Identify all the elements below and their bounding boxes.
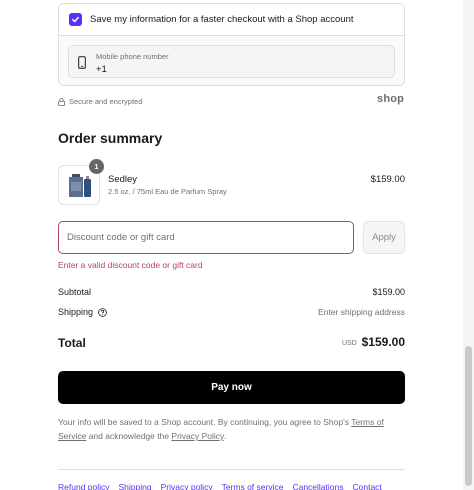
save-info-checkbox[interactable] <box>69 13 82 26</box>
subtotal-value: $159.00 <box>372 287 405 297</box>
pay-now-button[interactable]: Pay now <box>58 371 405 404</box>
footer-link-terms-of-service[interactable]: Terms of service <box>222 482 284 490</box>
consent-text-middle: and acknowledge the <box>86 431 172 441</box>
total-value: $159.00 <box>361 335 405 349</box>
question-circle-icon[interactable] <box>98 307 107 317</box>
consent-text-before: Your info will be saved to a Shop accoun… <box>58 417 352 427</box>
shipping-value: Enter shipping address <box>318 307 405 317</box>
shipping-label: Shipping <box>58 307 94 317</box>
product-variant: 2.5 oz. / 75ml Eau de Parfum Spray <box>108 187 227 196</box>
footer-link-contact[interactable]: Contact <box>352 482 381 490</box>
footer-link-cancellations[interactable]: Cancellations <box>292 482 343 490</box>
apply-discount-button[interactable]: Apply <box>363 221 405 254</box>
order-summary-title: Order summary <box>58 130 163 146</box>
footer-link-shipping[interactable]: Shipping <box>119 482 152 490</box>
footer-link-refund-policy[interactable]: Refund policy <box>58 482 110 490</box>
checkmark-icon <box>72 16 79 23</box>
footer-divider <box>58 469 405 470</box>
total-currency: USD <box>342 340 357 347</box>
discount-code-input[interactable] <box>58 221 354 254</box>
mobile-phone-field[interactable]: Mobile phone number +1 <box>68 45 395 78</box>
secure-text: Secure and encrypted <box>69 97 143 106</box>
lock-icon <box>58 97 65 106</box>
perfume-bottle-image <box>69 174 91 197</box>
shop-consent-text: Your info will be saved to a Shop accoun… <box>58 415 408 443</box>
subtotal-label: Subtotal <box>58 287 92 297</box>
consent-text-after: . <box>223 431 227 441</box>
discount-error-message: Enter a valid discount code or gift card <box>58 260 203 270</box>
save-info-label: Save my information for a faster checkou… <box>90 14 354 25</box>
mobile-phone-label: Mobile phone number <box>96 52 169 61</box>
shop-account-box: Save my information for a faster checkou… <box>58 3 405 86</box>
mobile-phone-icon <box>78 56 86 69</box>
shop-logo: shop <box>377 93 405 105</box>
footer-link-privacy-policy[interactable]: Privacy policy <box>161 482 213 490</box>
footer-links: Refund policy Shipping Privacy policy Te… <box>58 482 391 490</box>
secure-notice: Secure and encrypted <box>58 97 142 106</box>
scrollbar-thumb[interactable] <box>465 346 472 486</box>
product-name: Sedley <box>108 174 138 185</box>
total-label: Total <box>58 336 86 350</box>
product-price: $159.00 <box>370 174 405 185</box>
mobile-phone-input[interactable]: +1 <box>96 64 107 75</box>
quantity-badge: 1 <box>89 159 104 174</box>
shipping-row: Shipping <box>58 307 107 317</box>
save-info-row[interactable]: Save my information for a faster checkou… <box>59 4 404 36</box>
privacy-policy-link[interactable]: Privacy Policy <box>171 431 223 441</box>
